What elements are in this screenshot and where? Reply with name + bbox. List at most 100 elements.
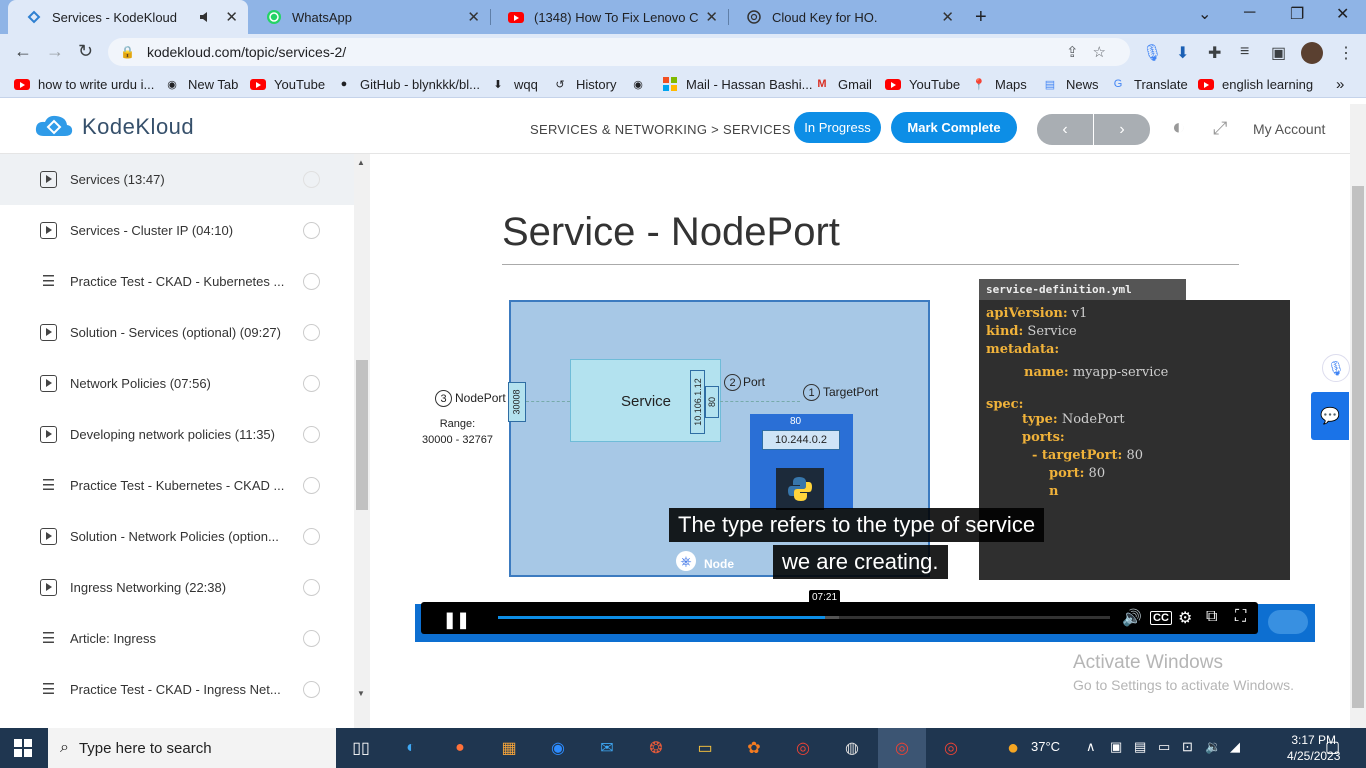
chrome-icon[interactable]: ◎	[790, 736, 816, 760]
close-window-icon[interactable]: ✕	[1336, 4, 1349, 24]
scroll-up-icon[interactable]: ▲	[357, 158, 365, 167]
download-extension-icon[interactable]: ⬇	[1176, 43, 1189, 63]
avatar[interactable]	[1301, 42, 1323, 64]
bookmark-wqq[interactable]: ⬇ wqq	[490, 76, 537, 92]
bookmark-news[interactable]: ▤ News	[1042, 76, 1099, 92]
side-panel-icon[interactable]: ▣	[1271, 43, 1286, 63]
completion-circle-icon[interactable]	[303, 630, 320, 647]
dark-mode-icon[interactable]: ◐	[1172, 114, 1185, 140]
volume-tray-icon[interactable]: 🔉	[1205, 739, 1221, 755]
chat-feedback-icon[interactable]: 💬	[1311, 392, 1349, 440]
tab-search-icon[interactable]: ⌄	[1198, 4, 1211, 24]
lesson-item[interactable]: ☰ Practice Test - CKAD - Ingress Net...	[0, 664, 354, 715]
close-icon[interactable]: ✕	[467, 8, 480, 26]
bookmark-github[interactable]: ● GitHub - blynkkk/bl...	[336, 76, 480, 92]
close-icon[interactable]: ✕	[705, 8, 718, 26]
chrome-profile-icon[interactable]: ◎	[938, 736, 964, 760]
my-account-link[interactable]: My Account	[1253, 121, 1325, 137]
app-icon[interactable]: ❂	[643, 736, 669, 760]
expand-icon[interactable]: ⤢	[1213, 118, 1227, 139]
bookmark-translate[interactable]: G Translate	[1110, 76, 1188, 92]
network-adapter-icon[interactable]: ▤	[1134, 739, 1146, 755]
lesson-item[interactable]: Services - Cluster IP (04:10)	[0, 205, 354, 256]
weather-icon[interactable]: ●	[1000, 736, 1026, 760]
bookmark-maps[interactable]: 📍 Maps	[971, 76, 1027, 92]
tray-icon[interactable]: ▣	[1110, 739, 1122, 755]
completion-circle-icon[interactable]	[303, 579, 320, 596]
zoom-icon[interactable]: ◉	[545, 736, 571, 760]
bookmark-urdu[interactable]: how to write urdu i...	[14, 76, 154, 92]
completion-circle-icon[interactable]	[303, 681, 320, 698]
restore-icon[interactable]: ❐	[1290, 4, 1304, 24]
display-icon[interactable]: ⊡	[1182, 739, 1193, 755]
next-lesson-button[interactable]: ›	[1094, 114, 1150, 145]
scroll-down-icon[interactable]: ▼	[357, 689, 365, 698]
wifi-icon[interactable]: ◢	[1230, 739, 1240, 755]
tab-services-kodekloud[interactable]: Services - KodeKloud ✕	[8, 0, 248, 34]
firefox-icon[interactable]: ●	[447, 736, 473, 760]
back-icon[interactable]: ←	[14, 41, 32, 62]
completion-circle-icon[interactable]	[303, 324, 320, 341]
store-icon[interactable]: ▦	[496, 736, 522, 760]
app-icon[interactable]: ✿	[741, 736, 767, 760]
extensions-icon[interactable]: ✚	[1208, 43, 1221, 63]
task-view-icon[interactable]: ▯▯	[348, 736, 374, 760]
captions-icon[interactable]: CC	[1150, 611, 1172, 625]
bookmark-globe[interactable]: ◉	[630, 76, 654, 92]
page-scroll-thumb[interactable]	[1352, 186, 1364, 708]
bookmark-english[interactable]: english learning	[1198, 76, 1313, 92]
mail-icon[interactable]: ✉	[594, 736, 620, 760]
weather-temp[interactable]: 37°C	[1031, 739, 1060, 754]
minimize-icon[interactable]: ─	[1244, 4, 1255, 22]
forward-icon[interactable]: →	[46, 41, 64, 62]
taskbar-search[interactable]: ⌕ Type here to search	[48, 728, 336, 768]
in-progress-button[interactable]: In Progress	[794, 112, 881, 143]
voice-extension-icon[interactable]: 🎙	[1142, 43, 1162, 63]
lesson-item[interactable]: Ingress Networking (22:38)	[0, 562, 354, 613]
microphone-icon[interactable]: 🎙	[1322, 354, 1350, 382]
battery-icon[interactable]: ▭	[1158, 739, 1170, 755]
fullscreen-icon[interactable]: ⛶	[1235, 608, 1246, 626]
bookmark-gmail[interactable]: M Gmail	[814, 76, 872, 92]
obs-icon[interactable]: ◍	[839, 736, 865, 760]
sidebar-scroll-thumb[interactable]	[356, 360, 368, 510]
reload-icon[interactable]: ↻	[78, 41, 93, 62]
media-icon[interactable]: ≡	[1240, 43, 1249, 61]
chrome-active-icon[interactable]: ◎	[889, 736, 915, 760]
lesson-item[interactable]: ☰ Article: Ingress	[0, 613, 354, 664]
lesson-item[interactable]: Solution - Network Policies (option...	[0, 511, 354, 562]
bookmark-youtube-2[interactable]: YouTube	[885, 76, 960, 92]
share-bookmark-icons[interactable]: ⇪☆	[1066, 43, 1120, 61]
completion-circle-icon[interactable]	[303, 222, 320, 239]
lesson-item[interactable]: Services (13:47)	[0, 154, 354, 205]
lock-icon[interactable]: 🔒	[120, 45, 135, 59]
bookmark-new-tab[interactable]: ◉ New Tab	[164, 76, 238, 92]
kodekloud-logo[interactable]: KodeKloud	[34, 112, 194, 142]
tab-whatsapp[interactable]: WhatsApp ✕	[248, 0, 490, 34]
lesson-item[interactable]: ☰ Practice Test - Kubernetes - CKAD ...	[0, 460, 354, 511]
new-tab-button[interactable]: +	[975, 6, 987, 29]
close-icon[interactable]: ✕	[941, 8, 954, 26]
bookmark-youtube[interactable]: YouTube	[250, 76, 325, 92]
lesson-item[interactable]: Solution - Services (optional) (09:27)	[0, 307, 354, 358]
settings-gear-icon[interactable]: ⚙	[1178, 608, 1192, 628]
bookmark-history[interactable]: ↺ History	[552, 76, 616, 92]
picture-in-picture-icon[interactable]: ⧉	[1206, 608, 1217, 626]
completion-circle-icon[interactable]	[303, 375, 320, 392]
address-bar[interactable]: 🔒 kodekloud.com/topic/services-2/ ⇪☆	[108, 38, 1130, 66]
menu-icon[interactable]: ⋮	[1338, 43, 1354, 63]
tray-overflow-icon[interactable]: ∧	[1086, 739, 1096, 755]
previous-lesson-button[interactable]: ‹	[1037, 114, 1093, 145]
windows-start-icon[interactable]	[14, 739, 32, 757]
completion-circle-icon[interactable]	[303, 171, 320, 188]
completion-circle-icon[interactable]	[303, 528, 320, 545]
progress-bar[interactable]	[498, 616, 1110, 619]
mark-complete-button[interactable]: Mark Complete	[891, 112, 1017, 143]
lesson-item[interactable]: ☰ Practice Test - CKAD - Kubernetes ...	[0, 256, 354, 307]
speaker-icon[interactable]	[197, 9, 213, 25]
completion-circle-icon[interactable]	[303, 477, 320, 494]
tab-cloud-key[interactable]: Cloud Key for HO. ✕	[728, 0, 964, 34]
lesson-item[interactable]: Network Policies (07:56)	[0, 358, 354, 409]
volume-icon[interactable]: 🔊	[1122, 608, 1142, 628]
url-text[interactable]: kodekloud.com/topic/services-2/	[147, 44, 346, 60]
